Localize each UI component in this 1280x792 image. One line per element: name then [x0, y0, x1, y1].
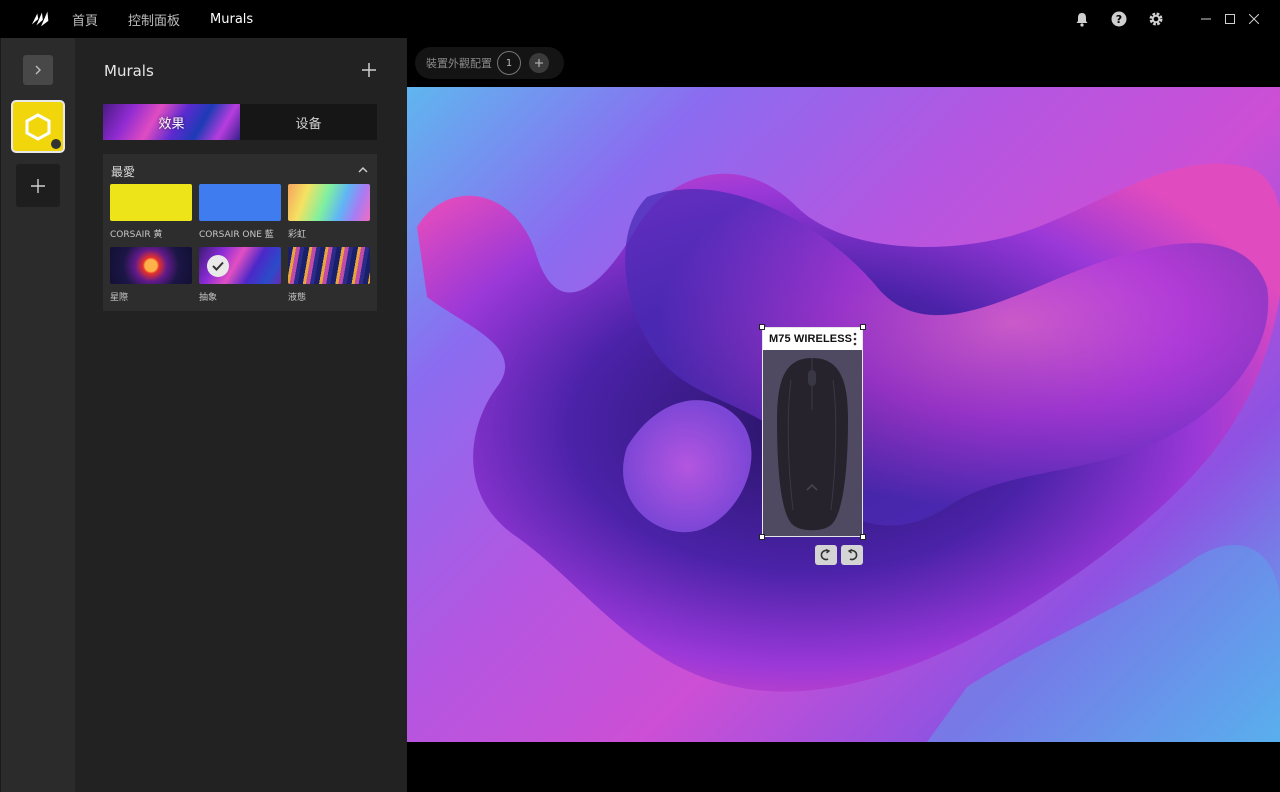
title-bar: 首頁 控制面板 Murals ?	[0, 0, 1280, 38]
chevron-up-icon[interactable]	[358, 165, 368, 175]
close-icon[interactable]	[1242, 0, 1266, 38]
gear-icon[interactable]	[1148, 11, 1164, 27]
add-layout-button[interactable]	[529, 53, 549, 73]
resize-handle[interactable]	[860, 534, 866, 540]
profile-tile[interactable]	[11, 100, 65, 153]
expand-rail-button[interactable]	[23, 55, 53, 85]
rotate-right-icon	[847, 549, 858, 561]
main-area: 裝置外觀配置 1 M75 WIRELESS	[407, 38, 1280, 792]
tile-nebula[interactable]	[110, 247, 192, 284]
resize-handle[interactable]	[759, 534, 765, 540]
resize-handle[interactable]	[759, 324, 765, 330]
selected-check-icon	[207, 255, 229, 277]
tile-rainbow[interactable]	[288, 184, 370, 221]
layout-selector[interactable]: 裝置外觀配置 1	[415, 47, 564, 79]
nav-home[interactable]: 首頁	[72, 10, 98, 29]
device-header: M75 WIRELESS	[763, 328, 862, 350]
rotate-left-icon	[820, 549, 831, 561]
layout-number-button[interactable]: 1	[497, 51, 521, 75]
plus-icon	[535, 59, 543, 67]
bell-icon[interactable]	[1074, 11, 1090, 27]
tab-effects[interactable]: 效果	[103, 104, 240, 140]
nav-murals[interactable]: Murals	[210, 12, 253, 27]
lock-badge-icon	[51, 139, 61, 149]
rotate-left-button[interactable]	[815, 545, 837, 565]
rotate-right-button[interactable]	[841, 545, 863, 565]
tile-label: 星際	[110, 293, 129, 303]
mural-canvas[interactable]: M75 WIRELESS	[407, 87, 1280, 742]
tile-label: 彩虹	[288, 230, 307, 240]
minimize-icon[interactable]	[1194, 0, 1218, 38]
nav-dashboard[interactable]: 控制面板	[128, 10, 180, 29]
layout-label: 裝置外觀配置	[426, 57, 492, 70]
tile-label: 液態	[288, 293, 307, 303]
device-name: M75 WIRELESS	[769, 333, 853, 345]
corsair-logo-icon[interactable]	[30, 8, 52, 30]
device-widget[interactable]: M75 WIRELESS	[759, 324, 866, 565]
tile-corsair-yellow[interactable]	[110, 184, 192, 221]
resize-handle[interactable]	[860, 324, 866, 330]
tab-devices-label: 设备	[295, 116, 322, 132]
device-selection-frame	[762, 327, 863, 537]
chevron-right-icon	[35, 65, 41, 75]
panel-title: Murals	[104, 62, 154, 80]
more-vertical-icon[interactable]	[853, 332, 857, 346]
add-profile-button[interactable]	[16, 164, 60, 207]
left-rail	[0, 38, 75, 792]
titlebar-actions: ?	[1074, 0, 1280, 38]
add-mural-plus-icon[interactable]	[360, 61, 378, 79]
favorites-section: 最愛 CORSAIR 黄 CORSAIR ONE 藍 彩虹 星際 抽象 液態	[103, 154, 377, 311]
tile-corsair-one-blue[interactable]	[199, 184, 281, 221]
tile-abstract[interactable]	[199, 247, 281, 284]
favorites-header: 最愛	[111, 165, 136, 179]
maximize-icon[interactable]	[1218, 0, 1242, 38]
svg-text:?: ?	[1116, 13, 1122, 26]
panel-tabs: 效果 设备	[103, 104, 377, 140]
tile-label: CORSAIR ONE 藍	[199, 230, 274, 240]
tile-liquid[interactable]	[288, 247, 370, 284]
tile-label: CORSAIR 黄	[110, 230, 163, 240]
murals-panel: Murals 效果 设备 最愛 CORSAIR 黄 CORSAIR ONE 藍 …	[75, 38, 407, 792]
hexagon-icon	[25, 112, 51, 141]
tab-devices[interactable]: 设备	[240, 104, 377, 140]
plus-icon	[31, 178, 45, 193]
tile-label: 抽象	[199, 293, 218, 303]
help-icon[interactable]: ?	[1111, 11, 1127, 27]
tab-effects-label: 效果	[158, 116, 185, 132]
